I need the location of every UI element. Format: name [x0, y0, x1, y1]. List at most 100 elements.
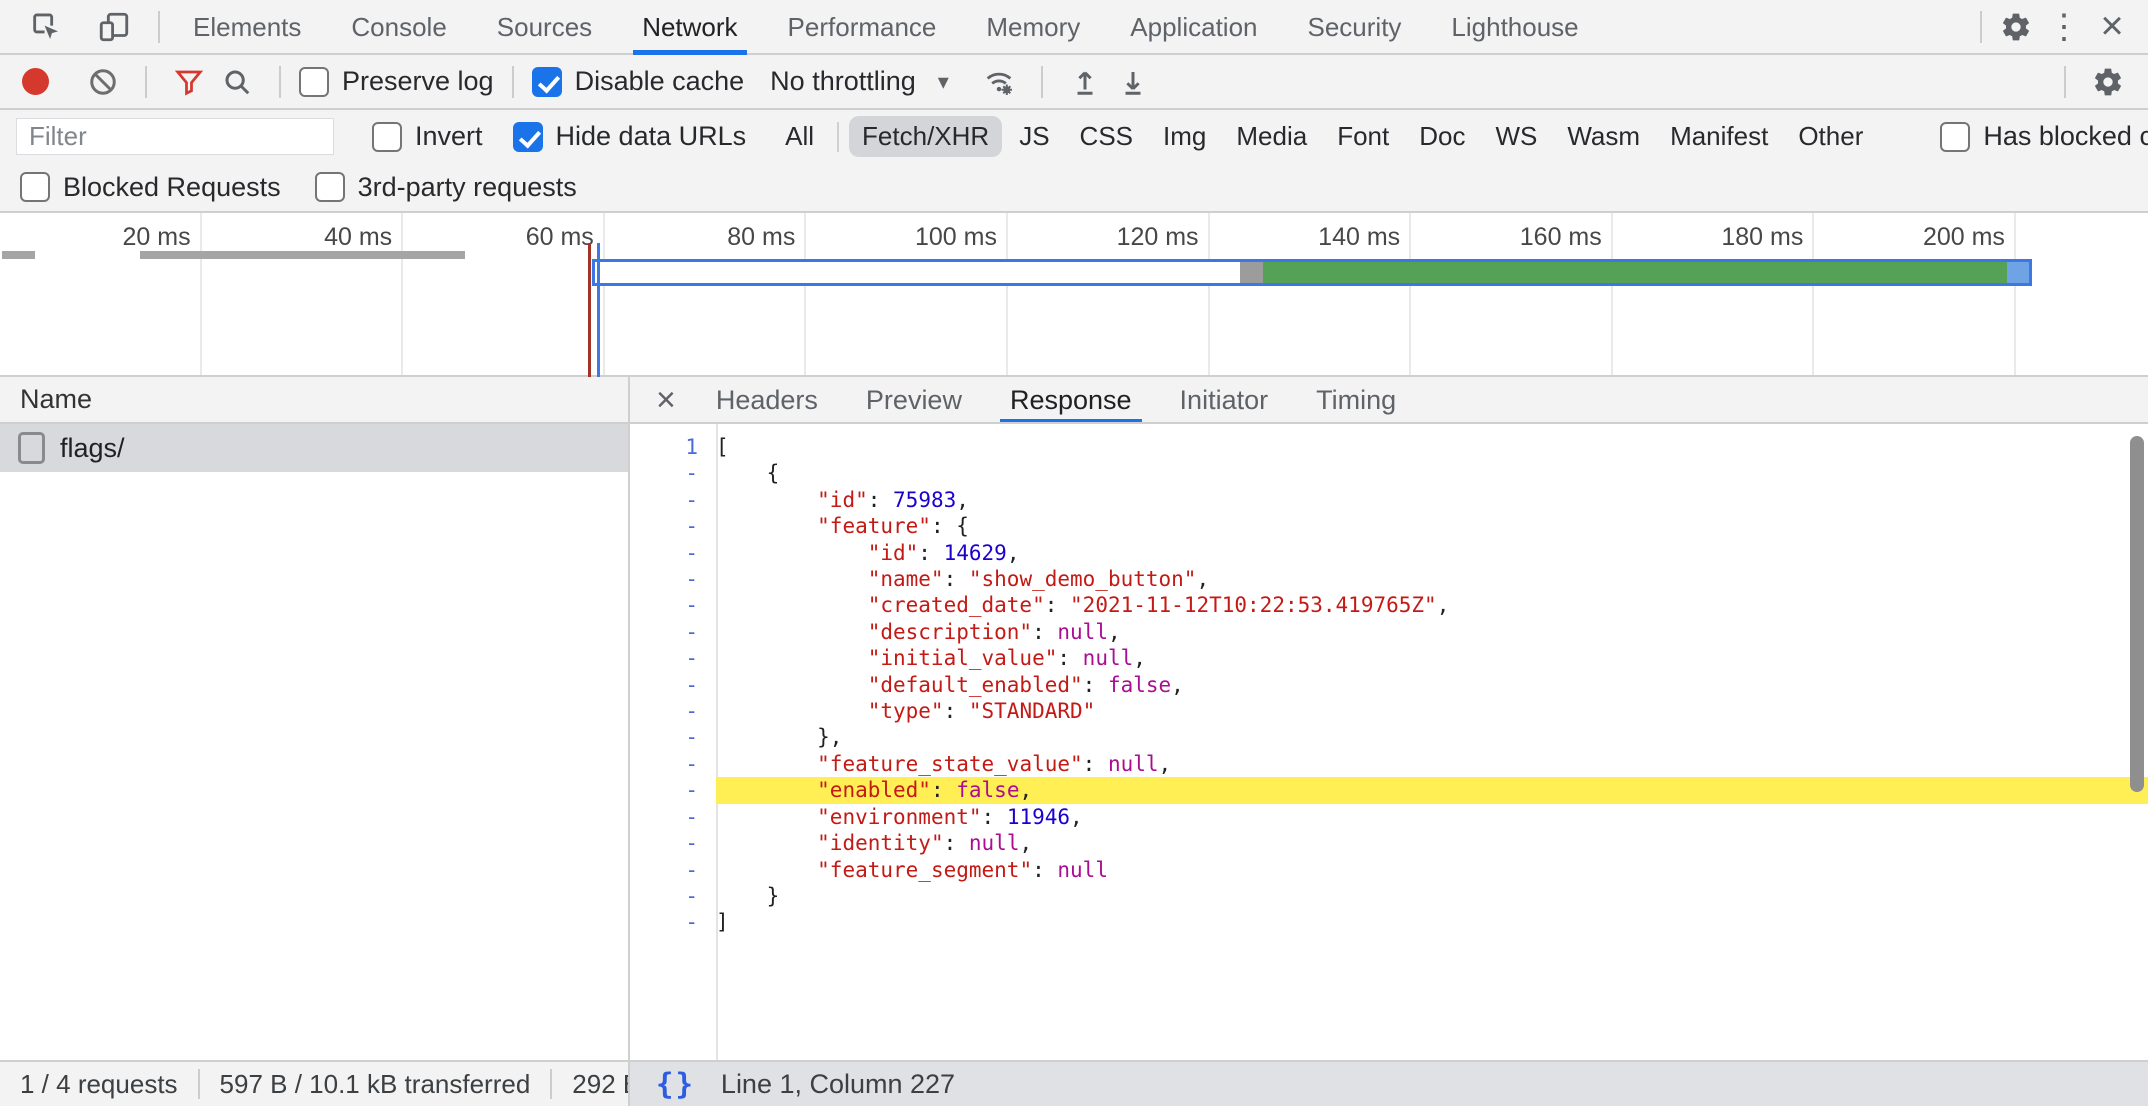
- detail-tab-initiator[interactable]: Initiator: [1176, 377, 1273, 422]
- download-arrow-icon: [1118, 67, 1148, 97]
- tab-sources[interactable]: Sources: [472, 0, 617, 55]
- tab-lighthouse[interactable]: Lighthouse: [1426, 0, 1603, 55]
- toolbar-divider: [145, 66, 147, 98]
- device-toolbar-icon: [97, 10, 131, 44]
- fold-marker: -: [630, 909, 716, 935]
- request-bar-segment: [1240, 262, 1263, 283]
- toolbar-divider: [158, 11, 160, 43]
- code-line: - "name": "show_demo_button",: [630, 566, 2148, 592]
- requests-list: flags/: [0, 424, 630, 1060]
- code-text: },: [716, 724, 2148, 750]
- code-line: - "feature_segment": null: [630, 857, 2148, 883]
- more-options-button[interactable]: ⋮: [2040, 3, 2088, 51]
- import-har-button[interactable]: [1061, 58, 1109, 106]
- tab-security[interactable]: Security: [1283, 0, 1427, 55]
- code-line: - },: [630, 724, 2148, 750]
- disable-cache-checkbox[interactable]: [532, 67, 562, 97]
- fold-marker: -: [630, 672, 716, 698]
- filter-type-font[interactable]: Font: [1324, 116, 1402, 157]
- detail-tab-timing[interactable]: Timing: [1312, 377, 1400, 422]
- filter-type-fetch-xhr[interactable]: Fetch/XHR: [849, 116, 1002, 157]
- network-conditions-button[interactable]: [975, 58, 1023, 106]
- statusbar-item: 597 B / 10.1 kB transferred: [220, 1069, 531, 1100]
- code-line: - }: [630, 883, 2148, 909]
- requests-name-column-header[interactable]: Name: [0, 377, 630, 422]
- toolbar-divider: [1041, 66, 1043, 98]
- code-line: - "identity": null,: [630, 830, 2148, 856]
- code-line: - "feature": {: [630, 513, 2148, 539]
- tab-elements[interactable]: Elements: [168, 0, 326, 55]
- detail-tab-headers[interactable]: Headers: [712, 377, 822, 422]
- tab-console[interactable]: Console: [326, 0, 471, 55]
- fold-marker: -: [630, 698, 716, 724]
- code-line: - {: [630, 460, 2148, 486]
- timeline-event-marker: [597, 243, 600, 377]
- fold-marker: -: [630, 619, 716, 645]
- code-text: "name": "show_demo_button",: [716, 566, 2148, 592]
- filter-type-wasm[interactable]: Wasm: [1554, 116, 1653, 157]
- tab-application[interactable]: Application: [1105, 0, 1282, 55]
- line-number: 1: [630, 434, 716, 460]
- tab-memory[interactable]: Memory: [961, 0, 1105, 55]
- tabbar-right-controls: ⋮ ×: [1970, 3, 2148, 51]
- record-button[interactable]: [22, 68, 49, 95]
- invert-checkbox[interactable]: [372, 122, 402, 152]
- toolbar-divider: [279, 66, 281, 98]
- filter-type-manifest[interactable]: Manifest: [1657, 116, 1781, 157]
- detail-tab-response[interactable]: Response: [1006, 377, 1136, 422]
- third-party-requests-checkbox[interactable]: [315, 172, 345, 202]
- vertical-scrollbar[interactable]: [2130, 436, 2144, 792]
- request-details-tab-bar: × Headers Preview Response Initiator Timing: [630, 377, 2148, 422]
- timeline-event-marker: [588, 243, 591, 377]
- filter-type-other[interactable]: Other: [1785, 116, 1876, 157]
- throttling-select[interactable]: No throttling ▾: [770, 66, 949, 97]
- tab-performance[interactable]: Performance: [763, 0, 962, 55]
- export-har-button[interactable]: [1109, 58, 1157, 106]
- code-line: - "description": null,: [630, 619, 2148, 645]
- code-line: - "environment": 11946,: [630, 804, 2148, 830]
- filter-input[interactable]: [16, 118, 334, 155]
- code-line: - "created_date": "2021-11-12T10:22:53.4…: [630, 592, 2148, 618]
- inspect-element-button[interactable]: [22, 3, 70, 51]
- code-text: "identity": null,: [716, 830, 2148, 856]
- close-details-button[interactable]: ×: [656, 383, 676, 417]
- network-settings-button[interactable]: [2084, 58, 2132, 106]
- device-toolbar-button[interactable]: [90, 3, 138, 51]
- network-overview-timeline[interactable]: 20 ms40 ms60 ms80 ms100 ms120 ms140 ms16…: [0, 213, 2148, 377]
- hide-data-urls-checkbox[interactable]: [513, 122, 543, 152]
- tab-network[interactable]: Network: [617, 0, 762, 55]
- filter-type-img[interactable]: Img: [1150, 116, 1219, 157]
- statusbar-item: 1 / 4 requests: [20, 1069, 178, 1100]
- filter-type-js[interactable]: JS: [1006, 116, 1062, 157]
- filter-type-all[interactable]: All: [772, 116, 827, 157]
- toolbar-divider: [1980, 11, 1982, 43]
- code-line: 1[: [630, 434, 2148, 460]
- gear-icon: [2092, 66, 2124, 98]
- detail-tab-preview[interactable]: Preview: [862, 377, 966, 422]
- pretty-print-button[interactable]: {}: [656, 1067, 695, 1101]
- filter-type-css[interactable]: CSS: [1067, 116, 1146, 157]
- search-icon: [222, 67, 252, 97]
- has-blocked-cookies-checkbox[interactable]: [1940, 122, 1970, 152]
- filter-type-doc[interactable]: Doc: [1406, 116, 1478, 157]
- fold-marker: -: [630, 830, 716, 856]
- search-button[interactable]: [213, 58, 261, 106]
- clear-button[interactable]: [79, 58, 127, 106]
- settings-button[interactable]: [1992, 3, 2040, 51]
- filter-toggle-button[interactable]: [165, 58, 213, 106]
- code-line: - "id": 75983,: [630, 487, 2148, 513]
- request-row[interactable]: flags/: [0, 424, 628, 472]
- preserve-log-checkbox[interactable]: [299, 67, 329, 97]
- blocked-requests-checkbox[interactable]: [20, 172, 50, 202]
- caret-position: Line 1, Column 227: [721, 1069, 955, 1100]
- fold-marker: -: [630, 751, 716, 777]
- filter-type-ws[interactable]: WS: [1482, 116, 1550, 157]
- document-icon: [18, 432, 45, 464]
- filter-type-media[interactable]: Media: [1223, 116, 1320, 157]
- blocked-requests-label: Blocked Requests: [63, 172, 281, 203]
- close-devtools-button[interactable]: ×: [2088, 3, 2136, 51]
- code-line: -]: [630, 909, 2148, 935]
- fold-marker: -: [630, 857, 716, 883]
- fold-marker: -: [630, 883, 716, 909]
- fold-marker: -: [630, 513, 716, 539]
